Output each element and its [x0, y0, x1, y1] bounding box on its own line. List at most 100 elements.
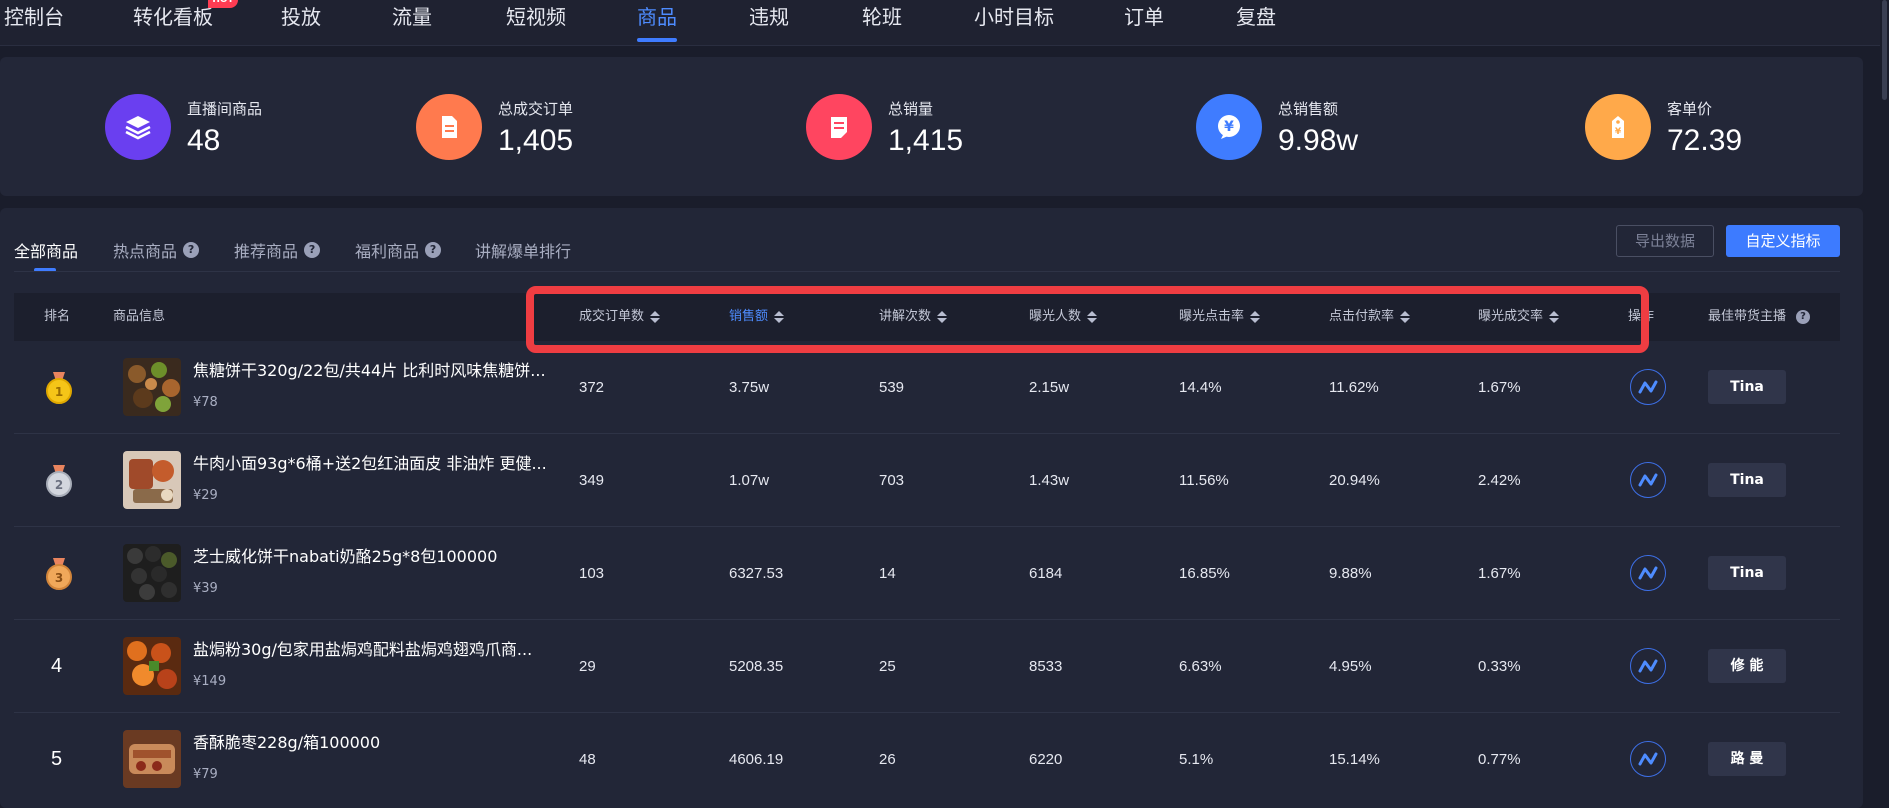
nav-item-orders[interactable]: 订单 [1124, 0, 1164, 46]
col-label: 点击付款率 [1329, 309, 1395, 324]
sort-icon[interactable] [1250, 311, 1261, 323]
product-name[interactable]: 盐焗粉30g/包家用盐焗鸡配料盐焗鸡翅鸡爪商... [193, 636, 532, 660]
cell-conversion: 1.67% [1478, 565, 1521, 582]
nav-item-ads[interactable]: 投放 [281, 0, 321, 46]
cell-explain-count: 703 [879, 472, 905, 489]
svg-text:1: 1 [55, 385, 63, 399]
cell-conversion: 0.77% [1478, 751, 1521, 768]
tab-explain-ranking[interactable]: 讲解爆单排行 [475, 238, 571, 262]
tab-recommended-products[interactable]: 推荐商品 ? [234, 238, 321, 262]
help-icon[interactable]: ? [425, 242, 442, 258]
col-explain-count[interactable]: 讲解次数 [879, 293, 948, 341]
cell-pay-rate: 15.14% [1329, 751, 1380, 768]
anchor-button[interactable]: Tina [1708, 370, 1786, 404]
stat-value: 1,415 [888, 124, 964, 157]
stat-label: 总销量 [888, 100, 934, 118]
sort-icon[interactable] [937, 311, 948, 323]
trend-chart-button[interactable] [1630, 555, 1666, 591]
product-price: ¥39 [193, 581, 218, 596]
help-icon[interactable]: ? [183, 242, 200, 258]
cell-orders: 103 [579, 565, 605, 582]
col-label: 曝光成交率 [1478, 309, 1544, 324]
col-sales[interactable]: 销售额 [729, 293, 785, 341]
tab-label: 全部商品 [14, 242, 79, 261]
rank-number: 5 [51, 748, 63, 770]
cell-ctr: 6.63% [1179, 658, 1222, 675]
trend-icon [1638, 380, 1658, 394]
help-icon[interactable]: ? [1796, 310, 1811, 324]
product-name[interactable]: 焦糖饼干320g/22包/共44片 比利时风味焦糖饼... [193, 357, 546, 381]
nav-item-traffic[interactable]: 流量 [392, 0, 432, 46]
tab-label: 讲解爆单排行 [475, 242, 572, 261]
col-ctr[interactable]: 曝光点击率 [1179, 293, 1261, 341]
scrollbar-track[interactable] [1880, 0, 1889, 792]
export-data-button[interactable]: 导出数据 [1616, 225, 1714, 257]
stats-card: 直播间商品 48 总成交订单 1,405 总销量 1,415 ¥ 总销售额 9.… [0, 57, 1863, 196]
cell-ctr: 11.56% [1179, 472, 1229, 489]
anchor-button[interactable]: 路 曼 [1708, 742, 1786, 776]
stat-value: 1,405 [498, 124, 574, 157]
stat-label: 总销售额 [1278, 100, 1339, 118]
tabs-divider [14, 271, 1840, 272]
nav-item-shifts[interactable]: 轮班 [862, 0, 902, 46]
tab-all-products[interactable]: 全部商品 [14, 238, 79, 272]
nav-item-review[interactable]: 复盘 [1236, 0, 1276, 46]
active-indicator [637, 38, 677, 42]
product-name[interactable]: 牛肉小面93g*6桶+送2包红油面皮 非油炸 更健... [193, 450, 547, 474]
anchor-button[interactable]: Tina [1708, 556, 1786, 590]
nav-item-hourly-target[interactable]: 小时目标 [974, 0, 1054, 46]
col-conversion[interactable]: 曝光成交率 [1478, 293, 1560, 341]
sort-icon[interactable] [1087, 311, 1098, 323]
nav-item-violations[interactable]: 违规 [749, 0, 789, 46]
cell-orders: 48 [579, 751, 596, 768]
product-thumbnail[interactable] [123, 544, 181, 602]
trend-chart-button[interactable] [1630, 369, 1666, 405]
col-pay-rate[interactable]: 点击付款率 [1329, 293, 1411, 341]
tab-hot-products[interactable]: 热点商品 ? [113, 238, 200, 262]
product-name[interactable]: 芝士威化饼干nabati奶酪25g*8包100000 [193, 543, 497, 567]
nav-item-label: 转化看板 [133, 5, 213, 29]
col-orders[interactable]: 成交订单数 [579, 293, 661, 341]
bronze-medal-icon: 3 [46, 558, 72, 590]
help-icon[interactable]: ? [304, 242, 321, 258]
nav-item-conversion[interactable]: 转化看板 [133, 0, 213, 46]
nav-item-products[interactable]: 商品 [637, 0, 677, 46]
tab-welfare-products[interactable]: 福利商品 ? [355, 238, 442, 262]
col-label: 最佳带货主播 [1708, 309, 1787, 324]
nav-item-console[interactable]: 控制台 [4, 0, 64, 46]
product-price: ¥149 [193, 674, 227, 689]
layers-icon [105, 94, 171, 160]
cell-orders: 349 [579, 472, 605, 489]
cell-sales: 6327.53 [729, 565, 784, 582]
col-label: 销售额 [729, 309, 769, 324]
trend-chart-button[interactable] [1630, 741, 1666, 777]
yuan-icon: ¥ [1196, 94, 1262, 160]
custom-metrics-button[interactable]: 自定义指标 [1726, 225, 1840, 257]
sort-icon[interactable] [1549, 311, 1560, 323]
trend-chart-button[interactable] [1630, 462, 1666, 498]
sort-icon[interactable] [650, 311, 661, 323]
col-rank: 排名 [44, 309, 71, 324]
product-thumbnail[interactable] [123, 451, 181, 509]
cell-pay-rate: 11.62% [1329, 379, 1379, 396]
cell-ctr: 5.1% [1179, 751, 1214, 768]
svg-text:¥: ¥ [1224, 119, 1234, 135]
col-exposure[interactable]: 曝光人数 [1029, 293, 1098, 341]
product-thumbnail[interactable] [123, 730, 181, 788]
product-price: ¥29 [193, 488, 218, 503]
product-name[interactable]: 香酥脆枣228g/箱100000 [193, 729, 380, 753]
trend-chart-button[interactable] [1630, 648, 1666, 684]
nav-item-short-video[interactable]: 短视频 [506, 0, 566, 46]
col-label: 成交订单数 [579, 309, 645, 324]
anchor-button[interactable]: 修 能 [1708, 649, 1786, 683]
sort-icon[interactable] [774, 311, 785, 323]
trend-icon [1638, 752, 1658, 766]
product-thumbnail[interactable] [123, 358, 181, 416]
table-row: 5 香酥脆枣228g/箱100000 ¥79 48 4606.19 26 622… [14, 713, 1840, 806]
product-thumbnail[interactable] [123, 637, 181, 695]
note-icon [806, 94, 872, 160]
scrollbar-thumb[interactable] [1882, 0, 1887, 100]
sort-icon[interactable] [1400, 311, 1411, 323]
stat-value: 9.98w [1278, 124, 1359, 157]
anchor-button[interactable]: Tina [1708, 463, 1786, 497]
